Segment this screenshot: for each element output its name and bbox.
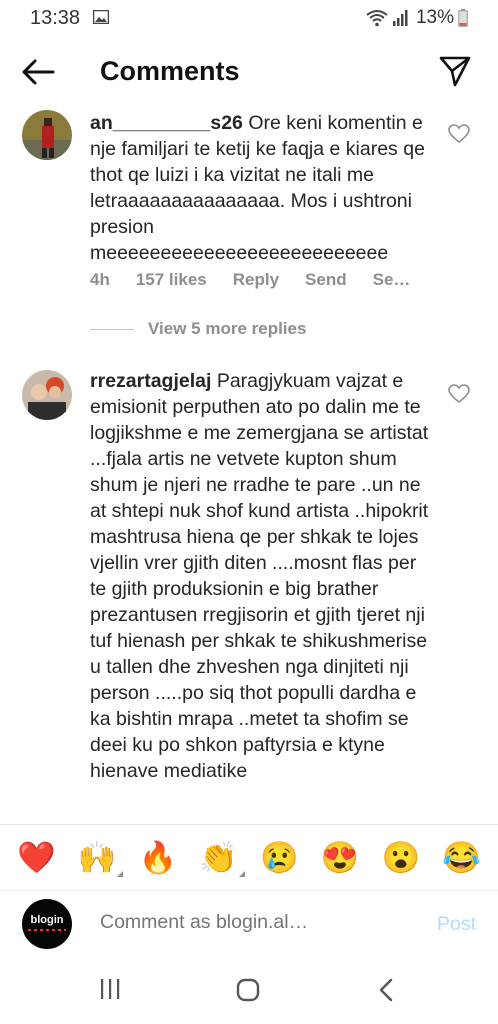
battery-percent: 13% bbox=[415, 7, 454, 28]
post-button[interactable]: Post bbox=[437, 913, 476, 936]
emoji-clap[interactable]: 👏 bbox=[197, 840, 245, 877]
back-icon[interactable] bbox=[378, 978, 394, 1002]
avatar[interactable] bbox=[22, 370, 72, 420]
comment-body: Paragjykuam vajzat e emisionit perputhen… bbox=[90, 370, 429, 782]
status-bar: 13:38 13% bbox=[0, 0, 498, 36]
comment-likes[interactable]: 157 likes bbox=[136, 270, 207, 290]
avatar-photo bbox=[22, 370, 72, 420]
send-button[interactable]: Send bbox=[305, 270, 347, 290]
avatar-photo bbox=[22, 110, 72, 160]
back-button[interactable] bbox=[20, 54, 56, 90]
system-nav-bar bbox=[0, 960, 498, 1024]
emoji-heart[interactable]: ❤️ bbox=[14, 842, 58, 873]
emoji-raised-hands[interactable]: 🙌 bbox=[75, 840, 124, 877]
replies-divider bbox=[90, 328, 134, 330]
view-replies-label: View 5 more replies bbox=[148, 319, 307, 338]
signal-icon bbox=[392, 10, 408, 26]
comment-body: Ore keni komentin e nje familjari te ket… bbox=[90, 112, 425, 264]
skin-tone-indicator bbox=[238, 871, 245, 877]
see-translation-button[interactable]: Se… bbox=[373, 270, 411, 290]
gallery-icon bbox=[93, 10, 109, 24]
like-heart-icon[interactable] bbox=[448, 124, 470, 144]
reply-button[interactable]: Reply bbox=[233, 270, 279, 290]
battery-icon bbox=[458, 9, 468, 27]
arrow-left-icon bbox=[22, 59, 55, 85]
emoji-bar: ❤️ 🙌 🔥 👏 😢 😍 😮 😂 bbox=[0, 824, 498, 890]
paper-plane-icon[interactable] bbox=[438, 54, 472, 88]
avatar: blogin bbox=[22, 899, 72, 949]
view-replies-button[interactable]: View 5 more replies bbox=[90, 319, 306, 339]
emoji-crying[interactable]: 😢 bbox=[257, 842, 301, 873]
skin-tone-indicator bbox=[117, 871, 124, 877]
home-icon[interactable] bbox=[236, 978, 260, 1002]
avatar-logo-stripe bbox=[28, 929, 66, 931]
comment-composer: blogin Post bbox=[0, 890, 498, 960]
avatar[interactable] bbox=[22, 110, 72, 160]
emoji-clap-glyph: 👏 bbox=[199, 840, 238, 875]
emoji-surprised[interactable]: 😮 bbox=[379, 842, 423, 873]
recents-icon[interactable] bbox=[98, 978, 122, 1000]
page-title: Comments bbox=[100, 56, 240, 86]
comment-input[interactable] bbox=[100, 911, 400, 934]
status-right: 13% bbox=[366, 6, 468, 30]
emoji-raised-hands-glyph: 🙌 bbox=[77, 840, 117, 875]
comment-username[interactable]: an_________s26 bbox=[90, 112, 243, 134]
emoji-fire[interactable]: 🔥 bbox=[136, 842, 180, 873]
status-time: 13:38 bbox=[30, 7, 81, 29]
comment-username[interactable]: rrezartagjelaj bbox=[90, 370, 211, 392]
header: Comments bbox=[0, 40, 498, 106]
comment-meta: 4h 157 likes Reply Send Se… bbox=[90, 270, 410, 290]
wifi-icon bbox=[366, 10, 388, 27]
comment-time: 4h bbox=[90, 270, 110, 289]
avatar-logo-text: blogin bbox=[30, 914, 64, 926]
emoji-heart-eyes[interactable]: 😍 bbox=[318, 842, 362, 873]
emoji-laughing[interactable]: 😂 bbox=[440, 842, 484, 873]
like-heart-icon[interactable] bbox=[448, 384, 470, 404]
